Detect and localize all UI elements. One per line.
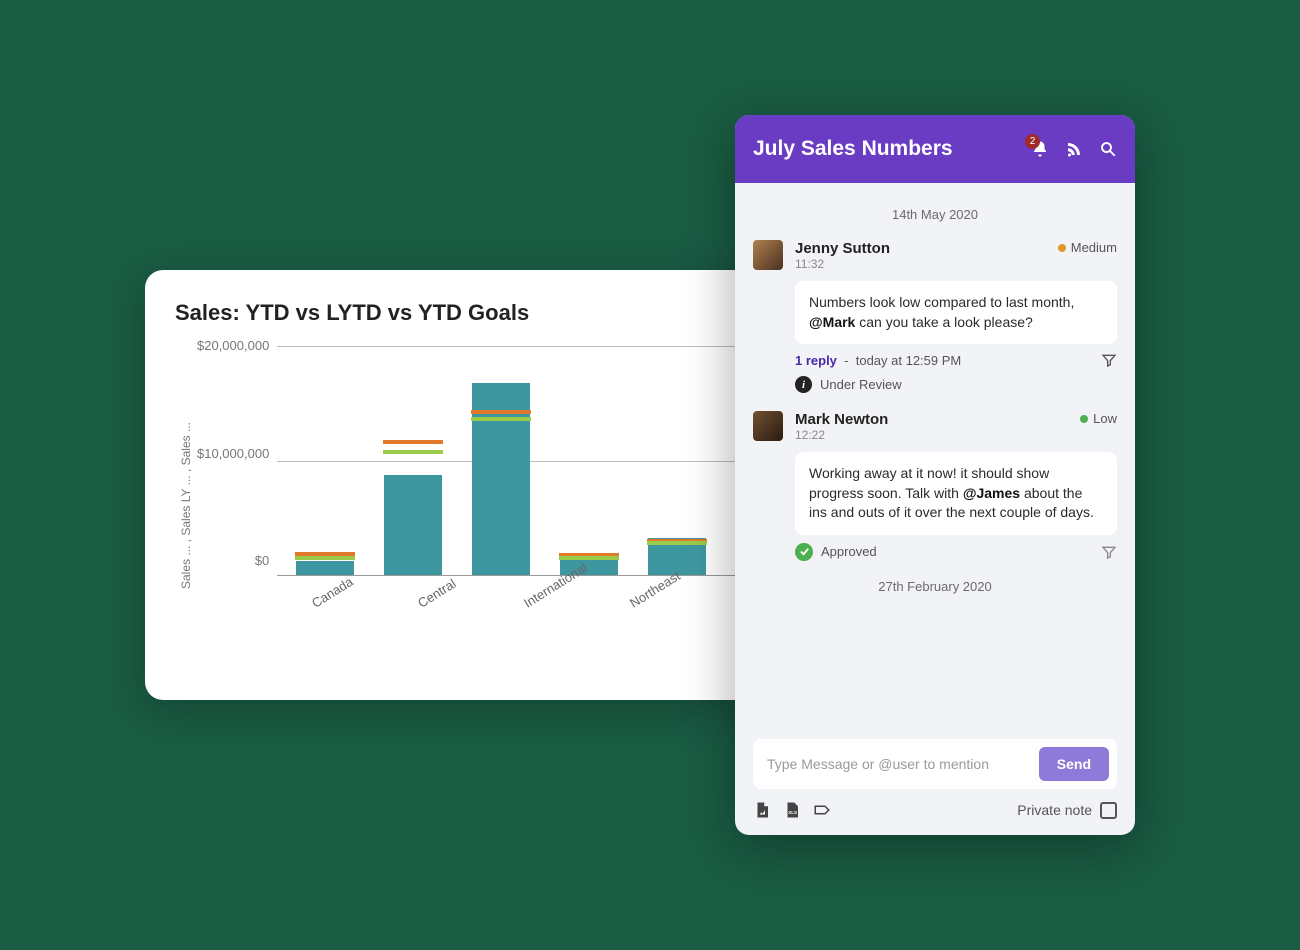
notification-badge: 2	[1025, 134, 1040, 149]
mention[interactable]: @James	[963, 485, 1020, 501]
feed-button[interactable]	[1065, 140, 1083, 158]
tag-button[interactable]	[813, 801, 831, 819]
lytd-marker	[383, 440, 443, 444]
author-name: Jenny Sutton	[795, 240, 1058, 257]
bar-group	[467, 383, 535, 575]
message-body: Numbers look low compared to last month,…	[795, 281, 1117, 344]
checkbox-icon	[1100, 802, 1117, 819]
status-label: Under Review	[820, 377, 902, 392]
message: Jenny Sutton 11:32 Medium Numbers look l…	[753, 240, 1117, 393]
bar	[296, 561, 354, 575]
goal-marker	[295, 556, 355, 560]
svg-text:XLS: XLS	[788, 810, 797, 815]
y-tick: $20,000,000	[197, 338, 269, 353]
private-note-toggle[interactable]: Private note	[1017, 802, 1117, 819]
priority-label: Low	[1093, 411, 1117, 426]
message-time: 11:32	[795, 257, 1058, 271]
status-label: Approved	[821, 544, 877, 559]
attach-chart-button[interactable]	[753, 801, 771, 819]
header-actions: 2	[1031, 140, 1117, 158]
filter-icon[interactable]	[1101, 544, 1117, 560]
search-icon	[1099, 140, 1117, 158]
chart-file-icon	[753, 801, 771, 819]
panel-footer: Send XLS Private note	[735, 727, 1135, 835]
reply-time: today at 12:59 PM	[856, 353, 962, 368]
attach-xls-button[interactable]: XLS	[783, 801, 801, 819]
panel-header: July Sales Numbers 2	[735, 115, 1135, 183]
mention[interactable]: @Mark	[809, 314, 855, 330]
xls-file-icon: XLS	[783, 801, 801, 819]
panel-body: 14th May 2020 Jenny Sutton 11:32 Medium …	[735, 183, 1135, 727]
private-note-label: Private note	[1017, 802, 1092, 818]
y-axis-label: Sales ... , Sales LY ... , Sales ...	[175, 346, 197, 666]
date-divider: 27th February 2020	[753, 579, 1117, 594]
comments-panel: July Sales Numbers 2 14th May 2020 Jenny…	[735, 115, 1135, 835]
y-axis-ticks: $20,000,000 $10,000,000 $0	[197, 338, 277, 568]
priority-label: Medium	[1071, 240, 1117, 255]
avatar	[753, 240, 783, 270]
goal-marker	[471, 417, 531, 421]
rss-icon	[1065, 140, 1083, 158]
tag-icon	[813, 801, 831, 819]
reply-link[interactable]: 1 reply	[795, 353, 837, 368]
compose-box: Send	[753, 739, 1117, 789]
goal-marker	[383, 450, 443, 454]
priority-tag: Medium	[1058, 240, 1117, 255]
author-name: Mark Newton	[795, 411, 1080, 428]
bar	[384, 475, 442, 575]
panel-title: July Sales Numbers	[753, 137, 953, 161]
bar-group	[379, 475, 447, 575]
filter-icon[interactable]	[1101, 352, 1117, 368]
y-tick: $0	[255, 553, 269, 568]
priority-dot-icon	[1080, 415, 1088, 423]
priority-tag: Low	[1080, 411, 1117, 426]
y-tick: $10,000,000	[197, 446, 269, 461]
message: Mark Newton 12:22 Low Working away at it…	[753, 411, 1117, 561]
lytd-marker	[471, 410, 531, 414]
message-input[interactable]	[767, 756, 1031, 772]
avatar	[753, 411, 783, 441]
date-divider: 14th May 2020	[753, 207, 1117, 222]
priority-dot-icon	[1058, 244, 1066, 252]
notifications-button[interactable]: 2	[1031, 140, 1049, 158]
goal-marker	[647, 541, 707, 545]
send-button[interactable]: Send	[1039, 747, 1109, 781]
message-body: Working away at it now! it should show p…	[795, 452, 1117, 535]
info-icon: i	[795, 376, 812, 393]
search-button[interactable]	[1099, 140, 1117, 158]
goal-marker	[559, 556, 619, 560]
check-icon	[795, 543, 813, 561]
message-time: 12:22	[795, 428, 1080, 442]
